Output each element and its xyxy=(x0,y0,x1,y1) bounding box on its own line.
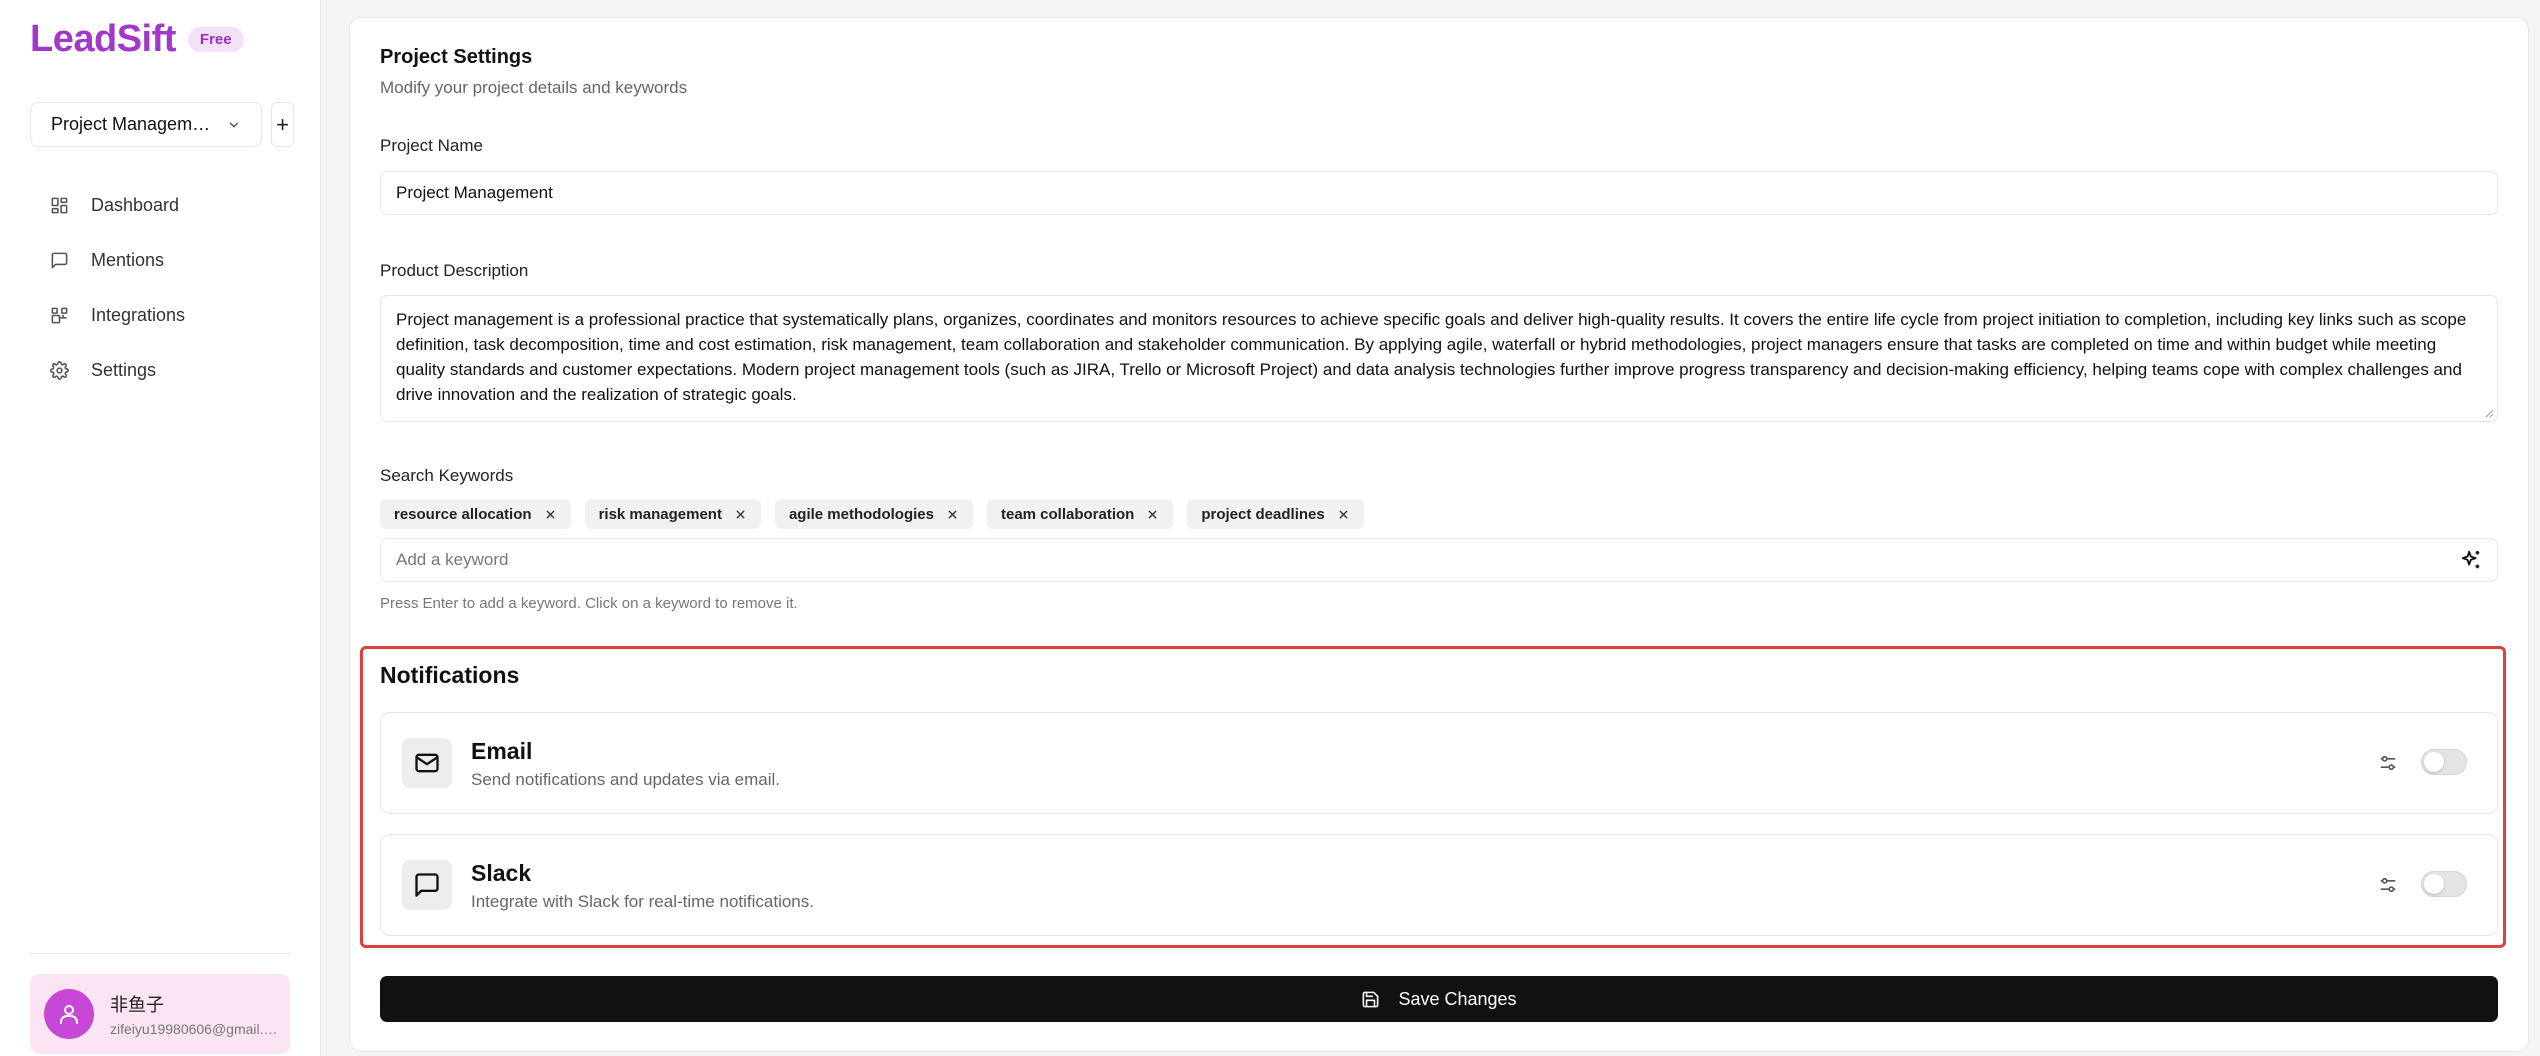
page-title: Project Settings xyxy=(380,46,533,68)
add-project-button[interactable]: + xyxy=(271,102,294,147)
sidebar-item-integrations[interactable]: Integrations xyxy=(30,288,292,343)
sidebar-item-dashboard[interactable]: Dashboard xyxy=(30,178,292,233)
chat-icon xyxy=(415,873,439,897)
sidebar-item-settings[interactable]: Settings xyxy=(30,343,292,398)
project-selector-value: Project Management xyxy=(51,114,211,134)
sidebar: LeadSift Free Project Management + Dashb… xyxy=(0,0,321,1056)
save-changes-label: Save Changes xyxy=(1398,988,1517,1009)
user-meta: 非鱼子 zifeiyu19980606@gmail.com xyxy=(110,991,278,1037)
email-toggle[interactable] xyxy=(2421,749,2467,775)
email-icon-box xyxy=(402,738,452,788)
keyword-chip[interactable]: project deadlines xyxy=(1187,499,1364,529)
close-icon[interactable] xyxy=(946,508,959,521)
channel-name: Slack xyxy=(471,860,532,886)
plan-badge: Free xyxy=(187,27,244,52)
description-label: Product Description xyxy=(380,261,529,280)
keyword-input[interactable]: Add a keyword xyxy=(380,538,2498,582)
brand: LeadSift Free xyxy=(30,18,244,61)
user-icon xyxy=(60,1005,78,1024)
keyword-chip[interactable]: team collaboration xyxy=(986,499,1174,529)
channel-description: Send notifications and updates via email… xyxy=(471,770,781,789)
close-icon[interactable] xyxy=(734,508,747,521)
user-profile-card[interactable]: 非鱼子 zifeiyu19980606@gmail.com xyxy=(30,974,290,1054)
keyword-chip-label: agile methodologies xyxy=(788,505,934,523)
save-icon xyxy=(1363,991,1379,1007)
message-icon xyxy=(51,252,68,269)
notifications-title: Notifications xyxy=(380,662,520,688)
page-subtitle: Modify your project details and keywords xyxy=(380,78,688,97)
brand-logo[interactable]: LeadSift xyxy=(30,18,176,61)
sidebar-item-label: Dashboard xyxy=(91,195,180,215)
email-notification-card: Email Send notifications and updates via… xyxy=(380,712,2498,814)
project-name-input[interactable]: Project Management xyxy=(380,171,2498,215)
integrations-icon xyxy=(51,307,68,324)
sparkle-icon[interactable] xyxy=(2460,549,2482,571)
user-name: 非鱼子 xyxy=(110,995,164,1016)
sidebar-item-label: Mentions xyxy=(91,250,165,270)
main-content: Project Settings Modify your project det… xyxy=(321,0,2540,1056)
keyword-chip-label: resource allocation xyxy=(394,505,532,523)
keyword-chip-label: risk management xyxy=(598,505,722,523)
sliders-icon[interactable] xyxy=(2378,753,2398,773)
save-changes-button[interactable]: Save Changes xyxy=(380,976,2498,1022)
project-settings-card: Project Settings Modify your project det… xyxy=(349,17,2529,1052)
description-textarea[interactable]: Project management is a professional pra… xyxy=(380,295,2498,422)
keyword-chip[interactable]: resource allocation xyxy=(380,499,571,529)
avatar xyxy=(44,989,94,1039)
description-text: Project management is a professional pra… xyxy=(396,310,2467,404)
close-icon[interactable] xyxy=(1337,508,1350,521)
project-selector[interactable]: Project Management xyxy=(30,102,262,147)
keyword-chip[interactable]: risk management xyxy=(584,499,761,529)
close-icon[interactable] xyxy=(544,508,557,521)
sidebar-item-label: Integrations xyxy=(91,305,186,325)
chevron-down-icon xyxy=(229,122,239,127)
dashboard-icon xyxy=(51,197,68,214)
close-icon[interactable] xyxy=(1146,508,1159,521)
channel-name: Email xyxy=(471,738,533,764)
sidebar-item-mentions[interactable]: Mentions xyxy=(30,233,292,288)
gear-icon xyxy=(50,361,69,380)
slack-icon-box xyxy=(402,860,452,910)
slack-toggle[interactable] xyxy=(2421,871,2467,897)
sidebar-divider xyxy=(30,953,290,954)
channel-description: Integrate with Slack for real-time notif… xyxy=(471,892,814,911)
user-email: zifeiyu19980606@gmail.com xyxy=(110,1021,278,1037)
project-name-label: Project Name xyxy=(380,136,483,155)
keywords-label: Search Keywords xyxy=(380,466,514,485)
keyword-chip-label: team collaboration xyxy=(1000,505,1135,523)
sliders-icon[interactable] xyxy=(2378,875,2398,895)
sidebar-item-label: Settings xyxy=(91,360,157,380)
slack-notification-card: Slack Integrate with Slack for real-time… xyxy=(380,834,2498,936)
sidebar-nav: Dashboard Mentions Integrations Settings xyxy=(30,178,292,398)
keyword-chip-label: project deadlines xyxy=(1201,505,1325,523)
keyword-hint: Press Enter to add a keyword. Click on a… xyxy=(380,595,798,612)
resize-handle-icon[interactable] xyxy=(2484,408,2494,418)
keyword-chip[interactable]: agile methodologies xyxy=(774,499,973,529)
mail-icon xyxy=(415,753,439,773)
keyword-chips: resource allocation risk management agil… xyxy=(380,499,1364,529)
keyword-input-placeholder: Add a keyword xyxy=(396,550,509,569)
